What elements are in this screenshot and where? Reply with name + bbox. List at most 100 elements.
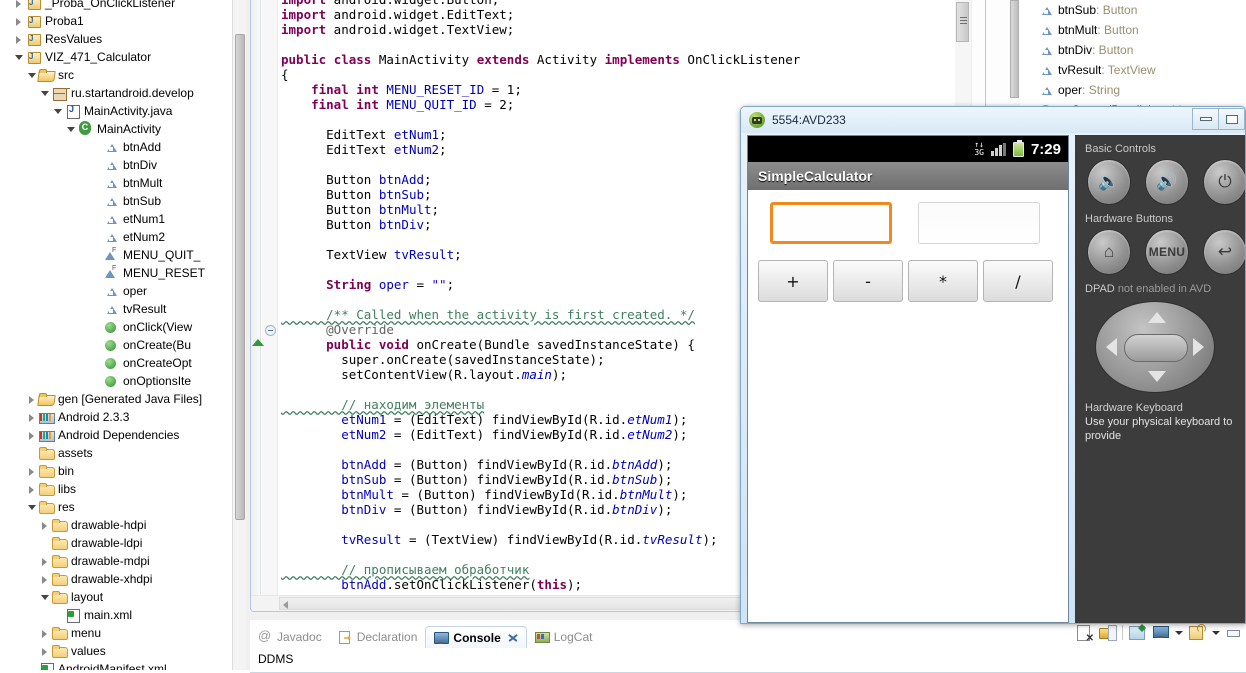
tree-twisty-icon[interactable] [52, 102, 64, 120]
emulator-title-bar[interactable]: 5554:AVD233 [741, 107, 1245, 133]
tree-twisty-icon[interactable] [26, 426, 38, 444]
btnMult-button[interactable]: * [908, 260, 978, 302]
scrollbar-thumb[interactable] [956, 2, 969, 42]
tree-item[interactable]: MENU_QUIT_ [0, 246, 232, 264]
tree-twisty-icon[interactable] [26, 498, 38, 516]
btnDiv-button[interactable]: / [983, 260, 1053, 302]
chevron-down-icon[interactable] [1212, 630, 1220, 635]
outline-item[interactable]: btnDiv : Button [1020, 40, 1246, 60]
tree-item[interactable]: btnDiv [0, 156, 232, 174]
outline-scrollbar[interactable] [1009, 0, 1020, 104]
tree-item[interactable]: onClick(View [0, 318, 232, 336]
tree-item[interactable]: Android Dependencies [0, 426, 232, 444]
etNum1-input[interactable] [770, 202, 892, 244]
volume-up-button[interactable]: 🔊 [1145, 159, 1189, 205]
outline-item[interactable]: tvResult : TextView [1020, 60, 1246, 80]
tab-declaration[interactable]: Declaration [330, 626, 426, 648]
tree-item[interactable]: ResValues [0, 30, 232, 48]
tree-item[interactable]: VIZ_471_Calculator [0, 48, 232, 66]
emulator-screen[interactable]: ↑↓ 3G 7:29 SimpleCalculator + - * / [747, 135, 1069, 623]
tree-twisty-icon[interactable] [13, 30, 25, 48]
tree-twisty-icon[interactable] [39, 552, 51, 570]
lock-scroll-icon[interactable] [1099, 624, 1117, 641]
tree-item[interactable]: values [0, 642, 232, 660]
tree-item[interactable]: AndroidManifest.xml [0, 660, 232, 670]
tree-item[interactable]: onCreateOpt [0, 354, 232, 372]
outline-item[interactable]: btnMult : Button [1020, 20, 1246, 40]
tree-twisty-icon[interactable] [26, 408, 38, 426]
avd-control-panel[interactable]: Basic Controls 🔈 🔊 ⏻ Hardware Buttons ⌂ … [1075, 135, 1245, 623]
hardware-buttons-row[interactable]: ⌂ MENU ↩ [1075, 229, 1245, 275]
tree-item[interactable]: onCreate(Bu [0, 336, 232, 354]
tree-item[interactable]: etNum1 [0, 210, 232, 228]
tree-item[interactable]: drawable-hdpi [0, 516, 232, 534]
tree-item[interactable]: drawable-xhdpi [0, 570, 232, 588]
tree-item[interactable]: Proba1 [0, 12, 232, 30]
package-explorer-tree[interactable]: _Proba_OnClickListener Proba1 ResValues VIZ… [0, 0, 232, 670]
window-buttons[interactable] [1192, 108, 1245, 130]
console-view[interactable]: Javadoc Declaration Console LogCat DDMS [250, 620, 1246, 673]
console-toolbar[interactable] [1076, 624, 1240, 644]
tree-item[interactable]: layout [0, 588, 232, 606]
tree-item[interactable]: btnSub [0, 192, 232, 210]
tree-item[interactable]: libs [0, 480, 232, 498]
emulator-window[interactable]: 5554:AVD233 ↑↓3G 7:29 SimpleCalculator [740, 106, 1246, 624]
minimize-button[interactable] [1192, 108, 1219, 130]
etNum2-input[interactable] [918, 202, 1040, 244]
scroll-left-arrow-icon[interactable] [283, 601, 288, 609]
btnSub-button[interactable]: - [833, 260, 903, 302]
scrollbar-thumb[interactable] [1010, 0, 1019, 98]
tree-twisty-icon[interactable] [39, 642, 51, 660]
tree-twisty-icon[interactable] [39, 624, 51, 642]
chevron-down-icon[interactable] [1175, 630, 1183, 635]
outline-view[interactable]: btnSub : Button btnMult : Button btnDiv : … [1020, 0, 1246, 112]
minimize-icon[interactable] [1226, 626, 1240, 640]
tree-twisty-icon[interactable] [26, 390, 38, 408]
display-selected-console-icon[interactable] [1152, 624, 1169, 641]
close-icon[interactable] [508, 633, 518, 643]
tree-item[interactable]: Android 2.3.3 [0, 408, 232, 426]
tree-item[interactable]: tvResult [0, 300, 232, 318]
volume-down-button[interactable]: 🔈 [1087, 159, 1131, 205]
tree-item[interactable]: res [0, 498, 232, 516]
restore-button[interactable] [1218, 108, 1245, 130]
tree-twisty-icon[interactable] [39, 588, 51, 606]
menu-button[interactable]: MENU [1145, 229, 1189, 275]
tree-twisty-icon[interactable] [26, 480, 38, 498]
power-button[interactable]: ⏻ [1203, 159, 1245, 205]
tree-item[interactable]: menu [0, 624, 232, 642]
dpad-down-icon[interactable] [1148, 371, 1166, 382]
clear-console-icon[interactable] [1076, 624, 1094, 644]
tree-item[interactable]: assets [0, 444, 232, 462]
open-console-icon[interactable] [1189, 624, 1206, 641]
package-explorer[interactable]: _Proba_OnClickListener Proba1 ResValues VIZ… [0, 0, 246, 670]
tree-item[interactable]: etNum2 [0, 228, 232, 246]
tree-item[interactable]: MENU_RESET [0, 264, 232, 282]
basic-controls-row[interactable]: 🔈 🔊 ⏻ [1075, 159, 1245, 205]
tree-item[interactable]: bin [0, 462, 232, 480]
tree-twisty-icon[interactable] [39, 516, 51, 534]
tree-item[interactable]: oper [0, 282, 232, 300]
outline-item[interactable]: oper : String [1020, 80, 1246, 100]
tree-item[interactable]: ru.startandroid.develop [0, 84, 232, 102]
dpad-right-icon[interactable] [1193, 338, 1204, 356]
outline-item[interactable]: btnSub : Button [1020, 0, 1246, 20]
home-button[interactable]: ⌂ [1087, 229, 1131, 275]
dpad-left-icon[interactable] [1106, 338, 1117, 356]
fold-collapse-icon[interactable] [265, 325, 276, 336]
app-content[interactable]: + - * / [748, 190, 1068, 622]
tree-twisty-icon[interactable] [39, 84, 51, 102]
tree-item[interactable]: onOptionsIte [0, 372, 232, 390]
tab-logcat[interactable]: LogCat [527, 626, 601, 648]
package-explorer-scrollbar[interactable] [232, 0, 246, 670]
tree-item[interactable]: drawable-mdpi [0, 552, 232, 570]
tree-item[interactable]: MainActivity [0, 120, 232, 138]
tree-twisty-icon[interactable] [26, 66, 38, 84]
tree-twisty-icon[interactable] [39, 570, 51, 588]
dpad-center-button[interactable] [1124, 334, 1188, 362]
tree-twisty-icon[interactable] [26, 462, 38, 480]
tree-twisty-icon[interactable] [13, 48, 25, 66]
back-button[interactable]: ↩ [1203, 229, 1245, 275]
tree-item[interactable]: main.xml [0, 606, 232, 624]
scrollbar-thumb[interactable] [235, 34, 245, 520]
